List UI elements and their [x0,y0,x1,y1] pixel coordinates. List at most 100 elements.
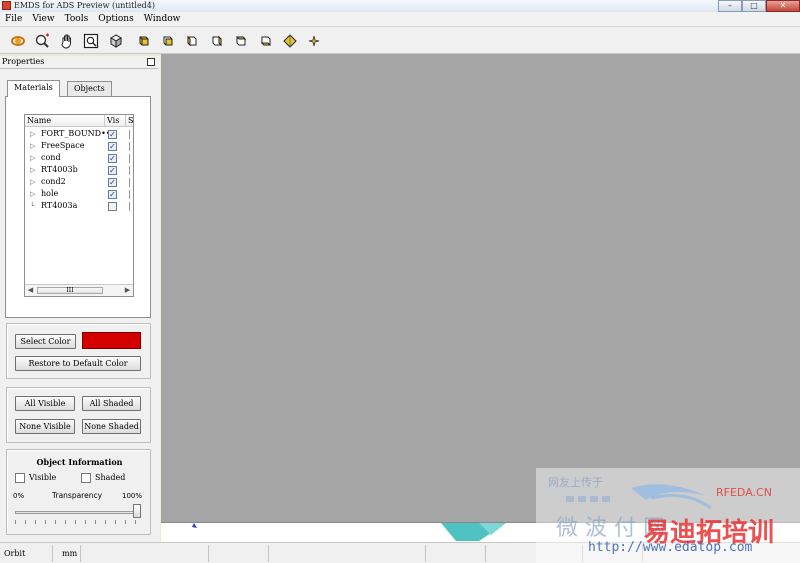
material-name: cond2 [41,177,66,186]
visible-checkbox[interactable] [15,473,25,483]
transparency-slider-thumb[interactable] [133,504,141,518]
expand-arrow-icon[interactable]: ▷ [30,188,36,200]
zoom-fit-icon [83,33,99,49]
all-visible-button[interactable]: All Visible [15,396,75,411]
menu-window[interactable]: Window [139,12,186,26]
tree-row[interactable]: ▷ FreeSpace ✓ [25,140,133,152]
column-header-name[interactable]: Name [27,116,51,126]
transparency-slider-track[interactable] [15,511,139,514]
orbit-tool-button[interactable] [9,32,27,50]
3d-viewport[interactable] [161,54,800,542]
zoom-tool-button[interactable] [33,32,51,50]
status-mode: Orbit [4,549,26,558]
expand-arrow-icon[interactable]: ▷ [30,140,36,152]
expand-arrow-icon[interactable]: ▷ [30,128,36,140]
sparkle-tool-button[interactable] [305,32,323,50]
visible-checkbox[interactable] [108,202,117,211]
materials-tree[interactable]: Name Vis S ▷ FORT_BOUND••• ✓ ▷ FreeSpace ✓ ▷ co… [24,114,134,297]
close-button[interactable]: ✕ [766,0,800,12]
expand-arrow-icon[interactable]: ▷ [30,176,36,188]
window-title: EMDS for ADS Preview (untitled4) [14,1,156,10]
tab-materials[interactable]: Materials [7,80,60,97]
transparency-max-label: 100% [122,492,143,500]
tree-row[interactable]: ▷ cond2 ✓ [25,176,133,188]
menu-tools[interactable]: Tools [60,12,94,26]
shaded-cell[interactable] [129,202,130,211]
materials-tab-body: Name Vis S ▷ FORT_BOUND••• ✓ ▷ FreeSpace ✓ ▷ co… [5,96,151,318]
layout-preview-shapes [192,523,506,541]
orbit-icon [11,36,25,46]
zoom-fit-tool-button[interactable] [82,32,100,50]
shaded-checkbox[interactable] [81,473,91,483]
view-right-icon [212,35,222,47]
scroll-left-icon[interactable]: ◀ [26,286,35,295]
tree-row[interactable]: ▷ RT4003b ✓ [25,164,133,176]
view-bottom-icon [260,36,272,46]
menu-options[interactable]: Options [93,12,138,26]
shaded-cell[interactable] [129,154,130,163]
none-shaded-button[interactable]: None Shaded [82,419,141,434]
menu-view[interactable]: View [27,12,59,26]
visible-checkbox[interactable]: ✓ [108,178,117,187]
scroll-right-icon[interactable]: ▶ [123,286,132,295]
maximize-button[interactable]: □ [742,0,766,12]
horizontal-scrollbar[interactable]: ◀ III ▶ [25,284,133,296]
view-front-button[interactable] [134,32,152,50]
menu-bar: File View Tools Options Window [0,12,800,27]
transparency-ticks [15,520,141,524]
sparkle-icon [308,35,320,47]
visible-checkbox[interactable]: ✓ [108,154,117,163]
view-back-button[interactable] [158,32,176,50]
tree-row[interactable]: ▷ FORT_BOUND••• ✓ [25,128,133,140]
pan-tool-button[interactable] [58,32,76,50]
column-header-visible[interactable]: Vis [107,116,119,126]
tree-row[interactable]: └ RT4003a [25,200,133,212]
visible-checkbox[interactable]: ✓ [108,166,117,175]
tree-row[interactable]: ▷ hole ✓ [25,188,133,200]
column-header-shaded[interactable]: S [128,116,133,126]
window-controls: – □ ✕ [718,0,800,12]
view-bottom-button[interactable] [256,32,274,50]
visibility-group: All Visible All Shaded None Visible None… [6,387,151,443]
shaded-cell[interactable] [129,166,130,175]
restore-default-color-button[interactable]: Restore to Default Color [15,356,141,371]
shaded-cell[interactable] [129,130,130,139]
expand-arrow-icon[interactable]: ▷ [30,164,36,176]
visible-checkbox[interactable]: ✓ [108,130,117,139]
visible-checkbox[interactable]: ✓ [108,142,117,151]
expand-arrow-icon[interactable]: ▷ [30,152,36,164]
shaded-cell[interactable] [129,178,130,187]
shaded-cell[interactable] [129,190,130,199]
tree-row[interactable]: ▷ cond ✓ [25,152,133,164]
shaded-cell[interactable] [129,142,130,151]
view-3d-button[interactable] [107,32,125,50]
material-name: FreeSpace [41,141,85,150]
material-name: FORT_BOUND••• [41,129,116,138]
material-name: cond [41,153,61,162]
minimize-button[interactable]: – [718,0,742,12]
view-right-button[interactable] [207,32,225,50]
view-iso-button[interactable] [281,32,299,50]
view-3d-icon [110,34,122,48]
select-color-button[interactable]: Select Color [15,334,76,349]
view-top-icon [235,36,247,46]
material-name: RT4003a [41,201,78,210]
all-shaded-button[interactable]: All Shaded [82,396,141,411]
view-left-button[interactable] [182,32,200,50]
visible-checkbox[interactable]: ✓ [108,190,117,199]
none-visible-button[interactable]: None Visible [15,419,75,434]
tab-objects[interactable]: Objects [67,81,112,96]
toolbar [0,27,800,54]
menu-file[interactable]: File [0,12,27,26]
color-swatch[interactable] [82,332,141,349]
scrollbar-thumb[interactable]: III [37,287,103,294]
transparency-label: Transparency [52,491,103,500]
status-bar: Orbit mm [0,542,800,563]
material-name: hole [41,189,59,198]
properties-panel: Properties Materials Objects Name Vis S … [0,56,160,542]
view-top-button[interactable] [231,32,249,50]
zoom-icon [35,33,49,48]
visible-checkbox-label: Visible [29,473,57,482]
app-icon [2,1,11,10]
undock-icon[interactable] [147,58,155,66]
